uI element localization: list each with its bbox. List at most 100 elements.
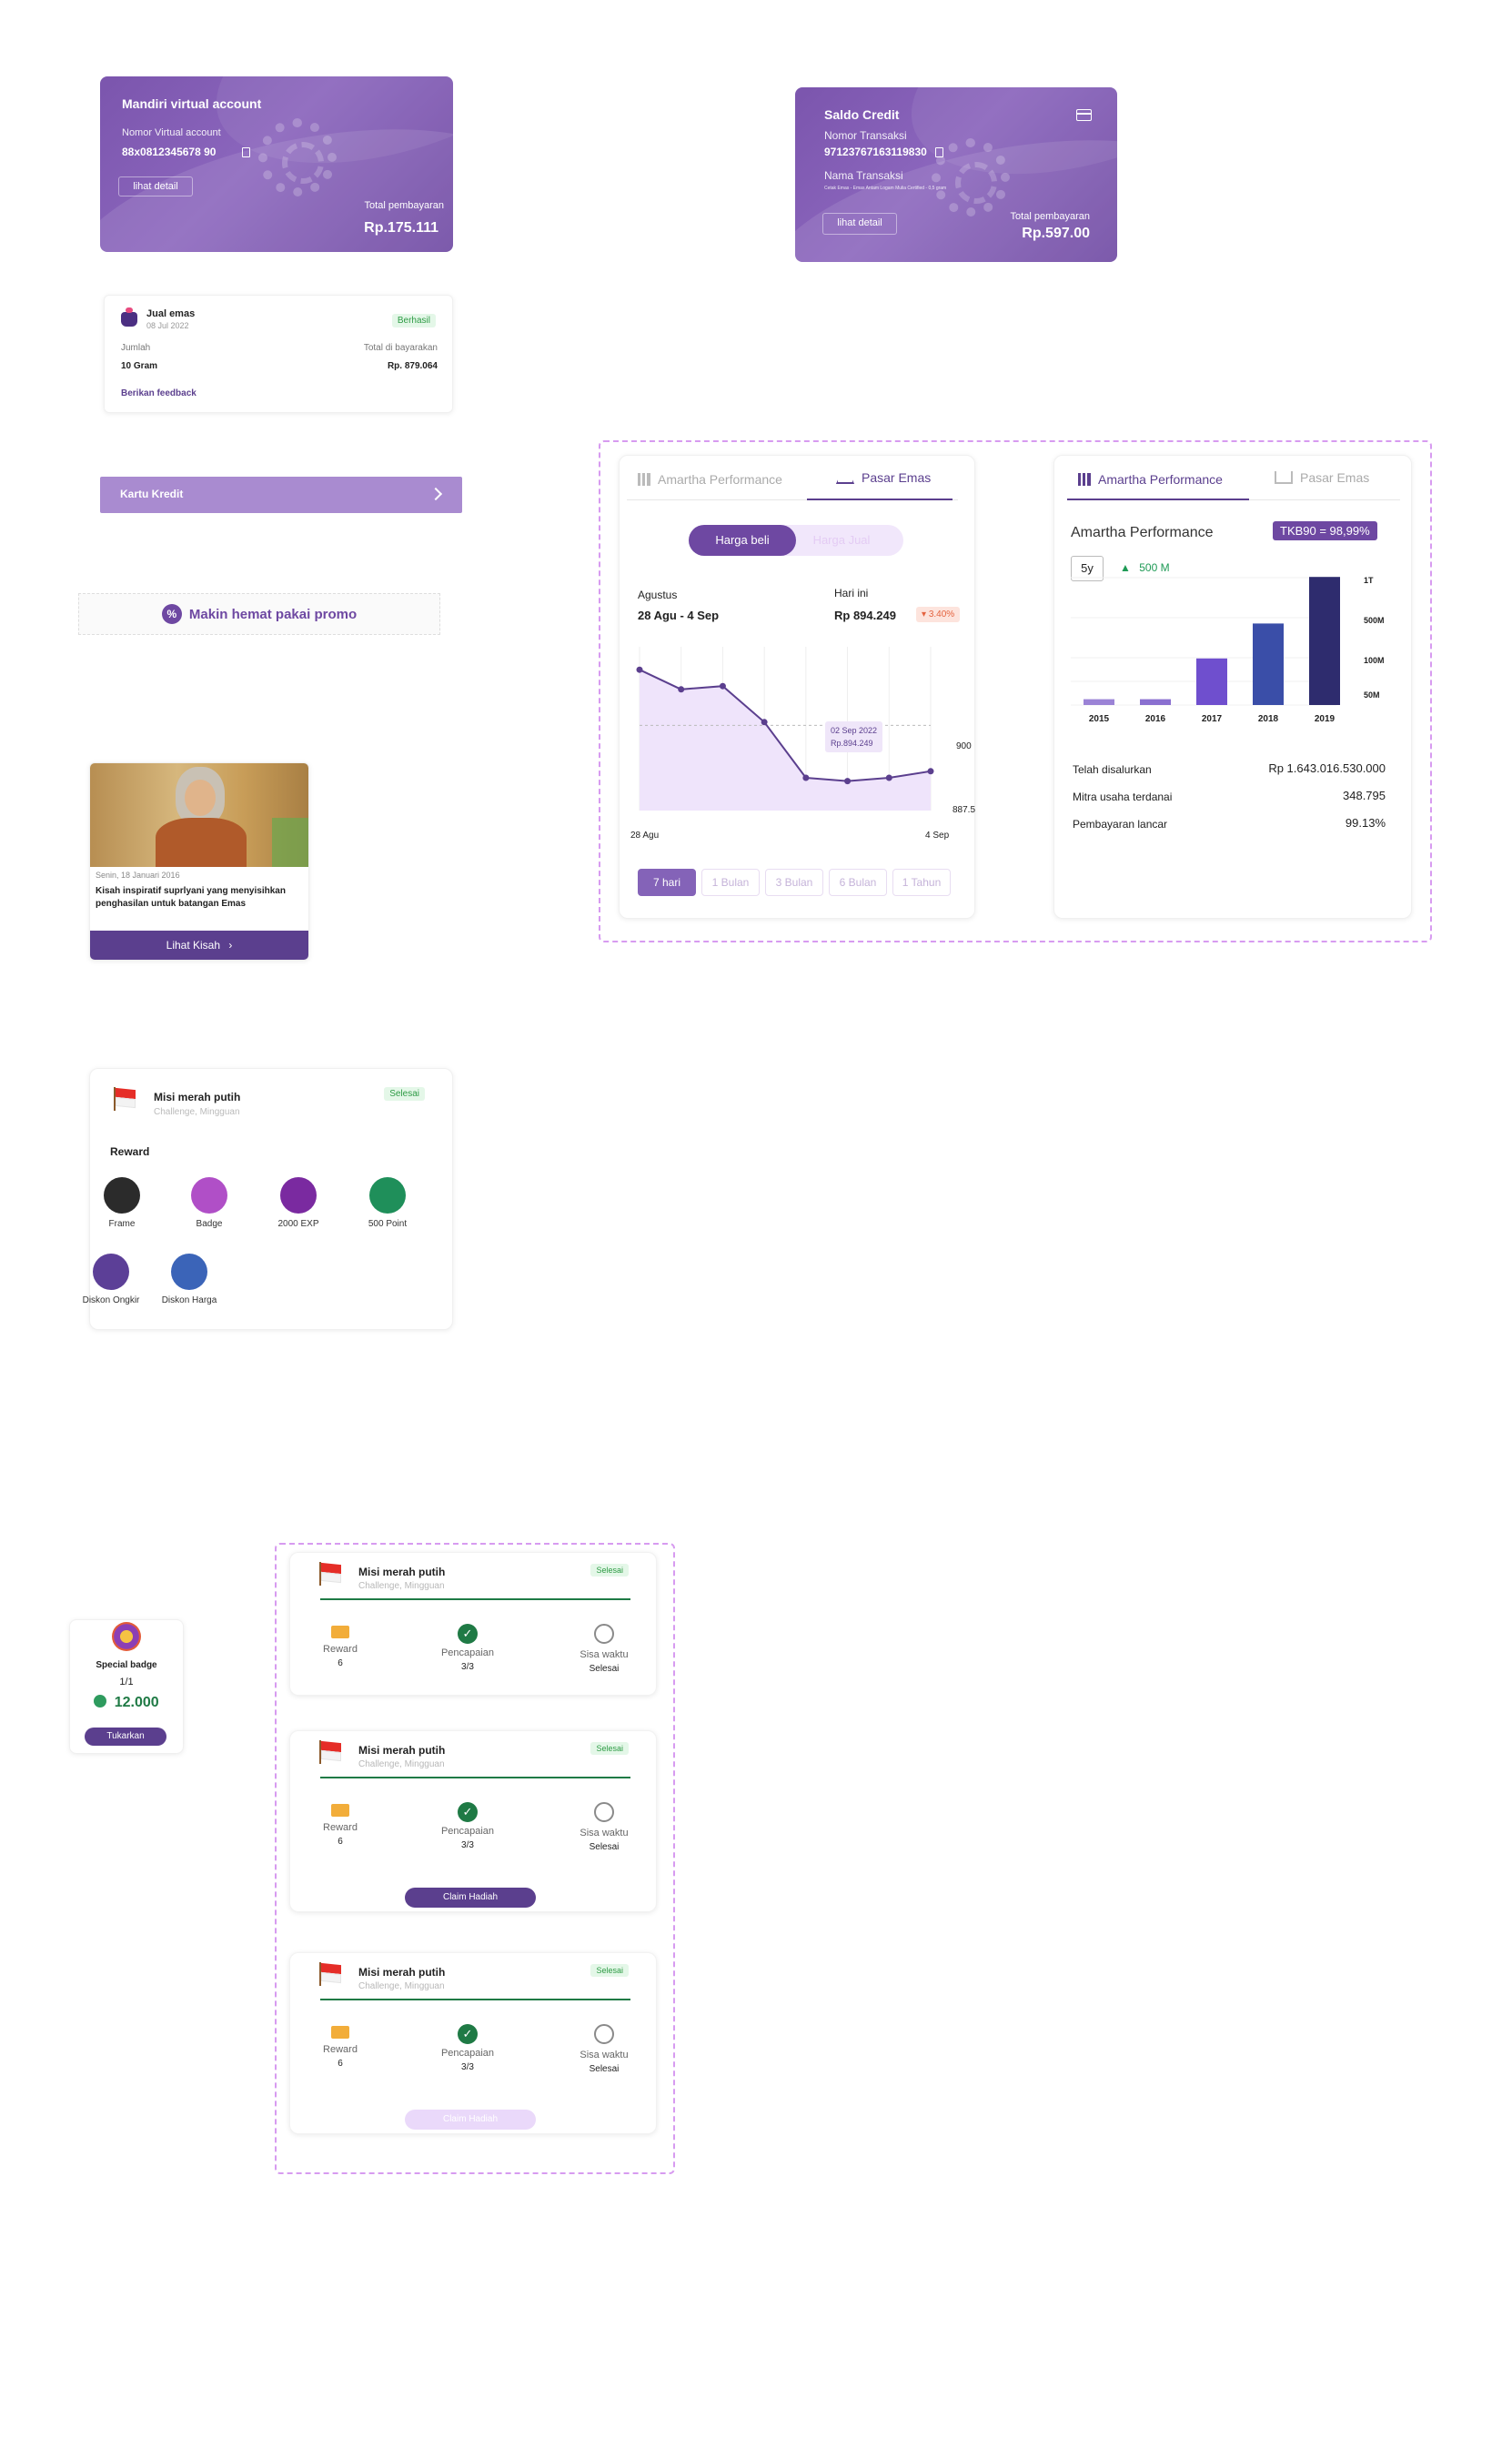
growth-indicator: ▲ 500 M [1120, 561, 1170, 574]
detail-button[interactable]: lihat detail [118, 176, 193, 196]
mission-subtitle: Challenge, Mingguan [358, 1759, 445, 1769]
copy-icon[interactable] [242, 147, 250, 157]
check-circle-icon: ✓ [458, 2024, 478, 2044]
x-tick-label: 2018 [1258, 714, 1279, 724]
ornament-icon [258, 118, 337, 196]
x-label-start: 28 Agu [630, 831, 660, 841]
x-tick-label: 2016 [1145, 714, 1166, 724]
mission-subtitle: Challenge, Mingguan [154, 1107, 240, 1117]
stat-value: Rp 1.643.016.530.000 [1268, 761, 1386, 775]
stat-label: Pembayaran lancar [1073, 818, 1168, 831]
reward-item: Frame [86, 1177, 158, 1229]
card-title: Saldo Credit [824, 107, 900, 122]
chevron-right-icon: › [228, 939, 233, 952]
bar-chart-icon [638, 473, 650, 486]
detail-button[interactable]: lihat detail [822, 213, 897, 235]
price-point [719, 682, 726, 690]
trx-number: 97123767163119830 [824, 146, 927, 158]
mission-subtitle: Challenge, Mingguan [358, 1981, 445, 1991]
period-button[interactable]: 7 hari [638, 869, 696, 896]
tab-amartha-performance[interactable]: Amartha Performance [1078, 472, 1223, 487]
bar-chart-icon [1078, 473, 1091, 486]
today-price: Rp 894.249 [834, 609, 896, 622]
toggle-harga-beli[interactable]: Harga beli [689, 525, 796, 556]
mission-title: Misi merah putih [154, 1091, 241, 1103]
stat-row: Mitra usaha terdanai 348.795 [1073, 789, 1391, 809]
stat-label: Reward [323, 1644, 358, 1655]
mission-subtitle: Challenge, Mingguan [358, 1581, 445, 1591]
claim-button[interactable]: Claim Hadiah [405, 2110, 536, 2130]
active-tab-underline [1067, 499, 1249, 500]
reward-stat: Reward 6 [299, 1804, 381, 1847]
tab-amartha-performance[interactable]: Amartha Performance [638, 472, 782, 487]
price-discount-icon [171, 1254, 207, 1290]
reward-label: Badge [196, 1219, 223, 1229]
y-label-bottom: 887.5 [953, 805, 976, 815]
stat-value: 99.13% [1345, 816, 1386, 830]
status-badge: Selesai [590, 1964, 629, 1977]
performance-heading: Amartha Performance [1071, 525, 1214, 540]
flag-icon [318, 1562, 341, 1586]
today-label: Hari ini [834, 587, 869, 599]
toggle-harga-jual[interactable]: Harga Jual [796, 525, 887, 556]
claim-button[interactable]: Claim Hadiah [405, 1888, 536, 1908]
promo-banner[interactable]: % Makin hemat pakai promo [78, 593, 440, 635]
time-stat: Sisa waktu Selesai [563, 2024, 645, 2074]
progress-line [320, 1598, 630, 1600]
period-button[interactable]: 1 Tahun [892, 869, 951, 896]
kartu-kredit-row[interactable]: Kartu Kredit [100, 477, 462, 513]
promo-label: Makin hemat pakai promo [188, 606, 358, 622]
gold-bars-icon [1275, 471, 1293, 484]
va-number: 88x0812345678 90 [122, 146, 217, 158]
story-card[interactable]: Senin, 18 Januari 2016 Kisah inspiratif … [89, 762, 309, 961]
tab-pasar-emas[interactable]: Pasar Emas [1275, 470, 1369, 485]
stat-value: 6 [338, 1837, 343, 1847]
total-value: Rp.597.00 [1022, 226, 1090, 241]
redeem-button[interactable]: Tukarkan [85, 1728, 166, 1746]
copy-icon[interactable] [935, 147, 943, 157]
point-icon [369, 1177, 406, 1214]
progress-stat: ✓ Pencapaian 3/3 [427, 1802, 509, 1850]
x-tick-label: 2015 [1089, 714, 1110, 724]
period-button[interactable]: 6 Bulan [829, 869, 887, 896]
change-value: 3.40% [928, 609, 955, 620]
mission-card: Misi merah putih Challenge, Mingguan Seles… [289, 1552, 657, 1696]
points-value: 12.000 [114, 1695, 159, 1710]
arrow-down-icon: ▾ [922, 609, 929, 620]
stat-value: 6 [338, 2059, 343, 2069]
status-badge: Selesai [384, 1087, 425, 1101]
reward-item: 2000 EXP [262, 1177, 335, 1229]
performance-widget: Amartha Performance Pasar Emas Amartha P… [1053, 455, 1412, 919]
story-button[interactable]: Lihat Kisah › [90, 931, 308, 960]
virtual-account-card: Mandiri virtual account Nomor Virtual ac… [100, 76, 453, 252]
stat-value: 3/3 [461, 1662, 474, 1672]
period-label: Agustus [638, 589, 678, 601]
growth-value: 500 M [1139, 561, 1170, 574]
feedback-link[interactable]: Berikan feedback [121, 388, 197, 398]
chart-tooltip: 02 Sep 2022 Rp.894.249 [825, 721, 883, 752]
reward-item: 500 Point [351, 1177, 424, 1229]
stat-label: Pencapaian [440, 1647, 495, 1658]
flag-icon [318, 1962, 341, 1986]
period-button[interactable]: 3 Bulan [765, 869, 823, 896]
transaction-card[interactable]: Jual emas 08 Jul 2022 Berhasil Jumlah 10… [104, 295, 453, 413]
tab-pasar-emas[interactable]: Pasar Emas [836, 470, 931, 485]
gold-bars-icon [836, 471, 854, 484]
price-point [678, 686, 685, 693]
active-tab-underline [807, 499, 953, 500]
y-tick-label: 1T [1364, 576, 1374, 585]
period-button[interactable]: 1 Bulan [701, 869, 760, 896]
name-label: Nama Transaksi [824, 169, 903, 182]
status-badge: Selesai [590, 1742, 629, 1755]
story-date: Senin, 18 Januari 2016 [96, 871, 180, 880]
mission-card: Misi merah putih Challenge, Mingguan Seles… [289, 1952, 657, 2134]
change-badge: ▾ 3.40% [916, 607, 961, 622]
points-row: 12.000 [70, 1695, 183, 1711]
x-tick-label: 2017 [1202, 714, 1223, 724]
transaction-title: Jual emas [146, 308, 196, 319]
va-label: Nomor Virtual account [122, 127, 221, 138]
stat-label: Pencapaian [440, 2048, 495, 2059]
status-badge: Selesai [590, 1564, 629, 1577]
bar-2019 [1309, 577, 1340, 705]
tab-label: Pasar Emas [862, 470, 932, 485]
